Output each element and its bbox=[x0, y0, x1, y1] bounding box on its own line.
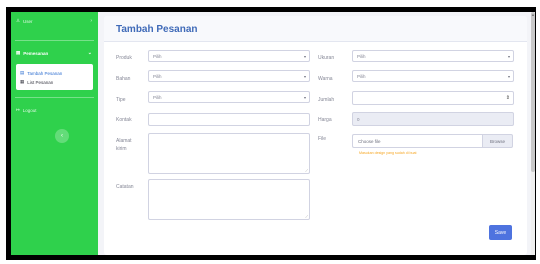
produk-select[interactable]: Pilih ▾ bbox=[148, 50, 310, 62]
sidebar-submenu: ▤ Tambah Pesanan ▦ List Pesanan bbox=[16, 64, 93, 90]
tipe-label: Tipe bbox=[116, 97, 126, 103]
scroll-up-icon[interactable]: ▲ bbox=[531, 12, 535, 17]
sidebar-divider bbox=[15, 40, 94, 41]
sidebar-item-pemesanan[interactable]: ▤ Pemesanan ⌄ bbox=[11, 47, 98, 59]
scrollbar-thumb[interactable] bbox=[531, 12, 535, 172]
alamat-textarea[interactable]: ⟋ bbox=[148, 133, 310, 174]
chevron-down-icon: ▾ bbox=[303, 94, 306, 100]
file-icon: ▤ bbox=[20, 70, 25, 75]
warna-select[interactable]: Pilih ▾ bbox=[352, 70, 514, 82]
chevron-down-icon: ▾ bbox=[507, 53, 510, 59]
catatan-label: Catatan bbox=[116, 184, 134, 190]
harga-input: 0 bbox=[352, 112, 514, 126]
tipe-select[interactable]: Pilih ▾ bbox=[148, 91, 310, 103]
tipe-value: Pilih bbox=[153, 94, 162, 100]
sidebar-toggle-icon[interactable]: ‹ bbox=[55, 129, 69, 143]
resize-handle-icon[interactable]: ⟋ bbox=[305, 214, 308, 219]
sidebar-item-logout[interactable]: ↦ Logout bbox=[11, 104, 98, 116]
jumlah-label: Jumlah bbox=[318, 97, 335, 103]
ukuran-value: Pilih bbox=[357, 53, 366, 59]
bahan-label: Bahan bbox=[116, 76, 131, 82]
harga-label: Harga bbox=[318, 117, 332, 123]
kontak-label: Kontak bbox=[116, 117, 132, 123]
sidebar-item-label: Tambah Pesanan bbox=[27, 70, 63, 76]
number-spinner-icon[interactable]: ⇕ bbox=[506, 95, 510, 101]
chevron-down-icon: ▾ bbox=[303, 53, 306, 59]
sidebar-item-label: List Pesanan bbox=[27, 79, 54, 85]
file-label: File bbox=[318, 136, 327, 142]
file-hint: Masukan design yang sudah di buat bbox=[359, 151, 417, 155]
produk-label: Produk bbox=[116, 55, 132, 61]
warna-value: Pilih bbox=[357, 73, 366, 79]
sidebar-item-user[interactable]: ♙ User › bbox=[11, 15, 98, 27]
harga-value: 0 bbox=[357, 116, 360, 122]
file-input[interactable]: Choose file bbox=[352, 134, 482, 148]
logout-icon: ↦ bbox=[16, 107, 20, 112]
sidebar-item-tambah-pesanan[interactable]: ▤ Tambah Pesanan bbox=[20, 70, 62, 76]
warna-label: Warna bbox=[318, 76, 333, 82]
ukuran-label: Ukuran bbox=[318, 55, 335, 61]
sidebar-item-label: User bbox=[23, 18, 33, 24]
resize-handle-icon[interactable]: ⟋ bbox=[305, 168, 308, 173]
chevron-down-icon: ▾ bbox=[303, 73, 306, 79]
alamat-label: Alamat bbox=[116, 138, 132, 144]
sidebar-item-list-pesanan[interactable]: ▦ List Pesanan bbox=[20, 79, 53, 85]
sidebar-divider bbox=[15, 97, 94, 98]
alamat-label-line2: kirim bbox=[116, 146, 127, 152]
save-button[interactable]: Save bbox=[489, 225, 512, 240]
produk-value: Pilih bbox=[153, 53, 162, 59]
sidebar-item-label: Logout bbox=[22, 107, 37, 113]
bahan-value: Pilih bbox=[153, 73, 162, 79]
chevron-down-icon: ▾ bbox=[507, 73, 510, 79]
list-icon: ▦ bbox=[20, 79, 25, 84]
ukuran-select[interactable]: Pilih ▾ bbox=[352, 50, 514, 62]
catatan-textarea[interactable]: ⟋ bbox=[148, 179, 310, 220]
jumlah-input[interactable]: ⇕ bbox=[352, 91, 514, 105]
chevron-down-icon: ⌄ bbox=[87, 50, 92, 56]
folder-icon: ▤ bbox=[16, 50, 21, 55]
bahan-select[interactable]: Pilih ▾ bbox=[148, 70, 310, 82]
sidebar: ♙ User › ▤ Pemesanan ⌄ ▤ Tambah Pesanan … bbox=[11, 12, 98, 255]
page-title: Tambah Pesanan bbox=[116, 24, 198, 35]
sidebar-item-label: Pemesanan bbox=[23, 50, 49, 56]
user-icon: ♙ bbox=[16, 18, 21, 23]
browse-button[interactable]: Browse bbox=[482, 134, 513, 148]
kontak-input[interactable] bbox=[148, 113, 310, 126]
chevron-right-icon: › bbox=[90, 18, 92, 24]
